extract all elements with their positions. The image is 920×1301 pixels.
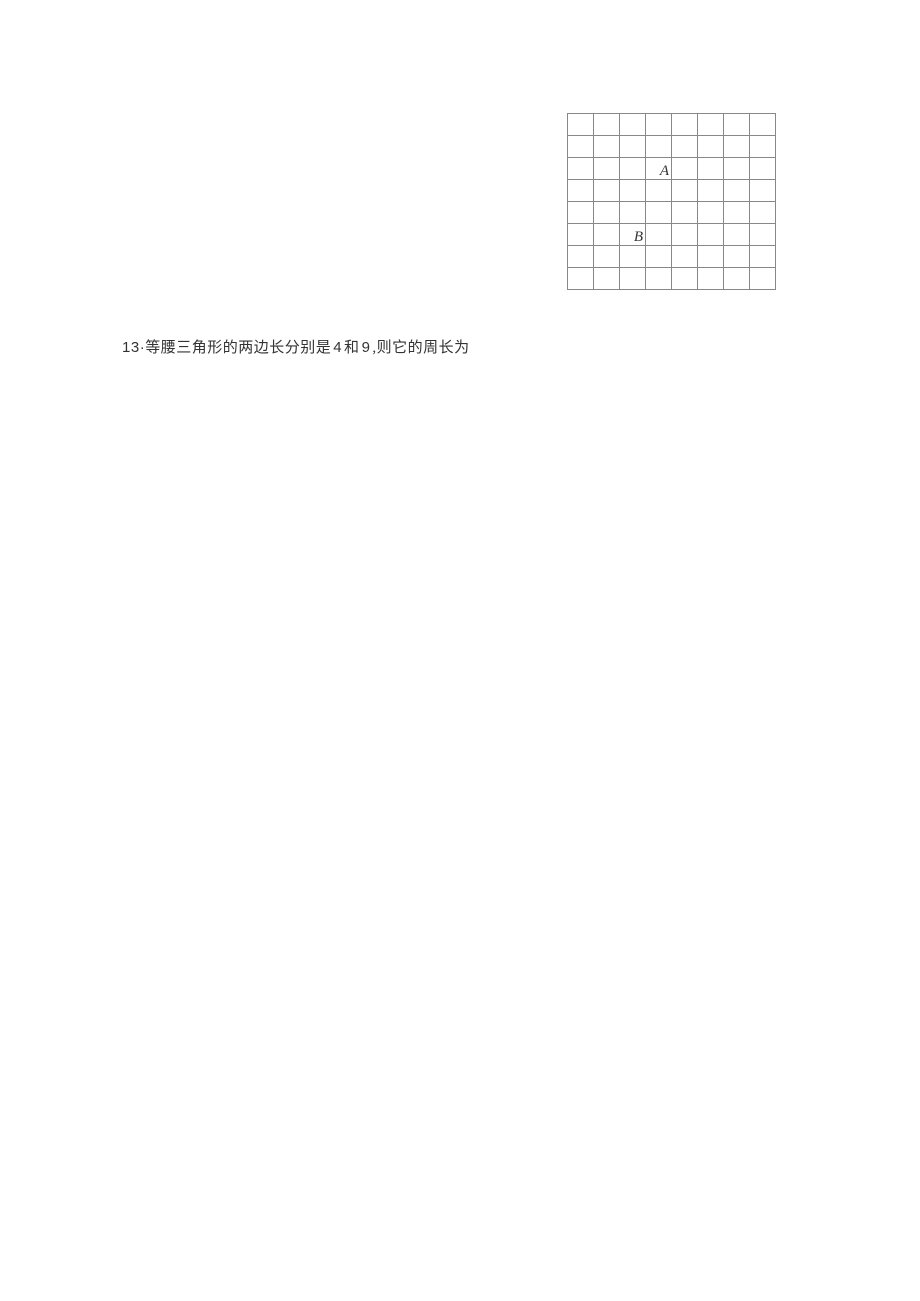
grid-cell [750,246,776,268]
grid-cell [620,180,646,202]
grid-cell [750,202,776,224]
grid-cell [568,246,594,268]
grid-cell [724,180,750,202]
grid-cell [594,202,620,224]
grid-cell [620,114,646,136]
grid-cell [620,136,646,158]
grid-cell [724,136,750,158]
grid-cell [620,202,646,224]
grid-cell [646,136,672,158]
grid-cell [724,202,750,224]
grid-cell [672,224,698,246]
grid-cell [672,202,698,224]
grid-cell [724,246,750,268]
grid-cell [698,224,724,246]
grid-cell [568,268,594,290]
grid-cell [594,158,620,180]
grid-cell [594,114,620,136]
grid-figure: AB [567,113,776,290]
grid-cell [594,136,620,158]
grid-cell [568,136,594,158]
grid-cell [672,246,698,268]
grid-cell [750,114,776,136]
grid-cell [594,246,620,268]
grid-cell [646,224,672,246]
grid-cell [646,268,672,290]
grid-cell [620,268,646,290]
grid-cell [646,114,672,136]
grid-cell [646,246,672,268]
grid-cell [724,114,750,136]
grid-cell [698,180,724,202]
grid-cell [750,224,776,246]
grid-cell [724,268,750,290]
grid-cell [646,180,672,202]
grid-cell [698,246,724,268]
grid-cell [750,158,776,180]
grid-cell [594,268,620,290]
grid-cell [568,202,594,224]
connector: 和 [344,340,360,356]
grid-cell [620,158,646,180]
grid-cell [594,224,620,246]
grid-cell [724,224,750,246]
grid-table: AB [567,113,776,290]
grid-cell [750,180,776,202]
question-13: 13·等腰三角形的两边长分别是4和9,则它的周长为 [122,337,470,360]
grid-cell [698,202,724,224]
grid-cell [646,202,672,224]
grid-cell [698,136,724,158]
grid-cell [672,114,698,136]
grid-cell [672,180,698,202]
grid-cell [620,246,646,268]
grid-cell [750,136,776,158]
grid-cell [750,268,776,290]
grid-cell [698,268,724,290]
grid-cell [672,268,698,290]
grid-cell [568,180,594,202]
grid-cell [672,136,698,158]
grid-cell [698,114,724,136]
grid-cell [568,114,594,136]
question-text-1: 等腰三角形的两边长分别是 [145,340,331,356]
value-2: 9 [360,339,373,356]
grid-cell [724,158,750,180]
point-a-label: A [660,164,669,179]
grid-cell [568,224,594,246]
question-text-2: 则它的周长为 [377,340,470,356]
grid-cell [698,158,724,180]
grid-cell [672,158,698,180]
question-number: 13 [122,339,140,356]
value-1: 4 [331,339,344,356]
point-b-label: B [634,230,643,245]
grid-cell: B [620,224,646,246]
grid-cell: A [646,158,672,180]
grid-cell [594,180,620,202]
grid-cell [568,158,594,180]
